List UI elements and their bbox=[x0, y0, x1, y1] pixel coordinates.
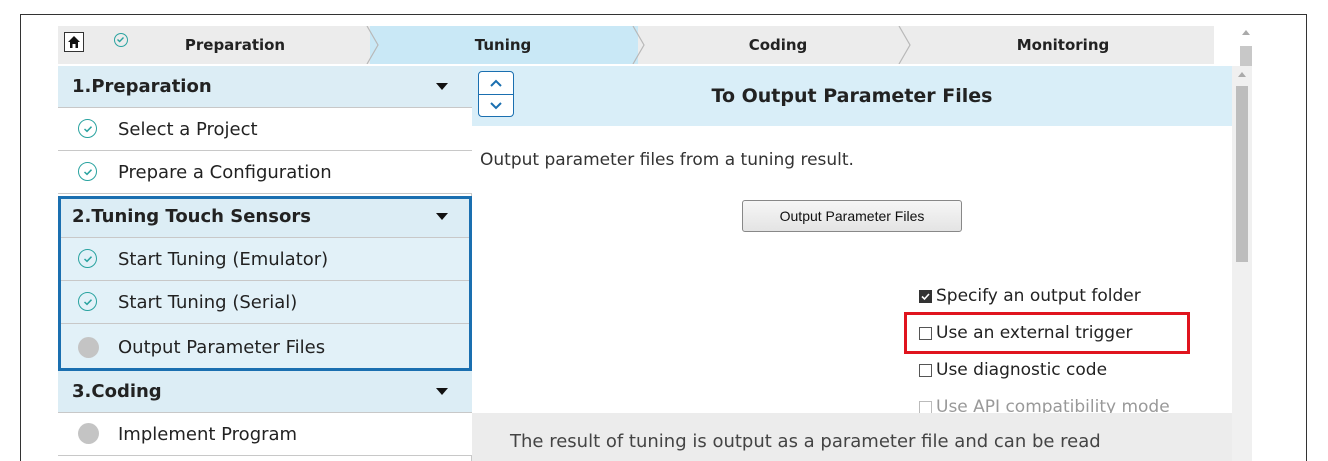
sidebar-item-label: Select a Project bbox=[118, 118, 258, 140]
pending-dot-icon bbox=[78, 423, 99, 444]
workflow-breadcrumb: Preparation Tuning Coding Monitoring bbox=[58, 26, 1214, 64]
caret-down-icon bbox=[436, 213, 448, 220]
content-panel: To Output Parameter Files Output paramet… bbox=[472, 66, 1232, 461]
panel-title: To Output Parameter Files bbox=[711, 85, 993, 107]
step-done-check-icon bbox=[114, 33, 128, 47]
chevron-down-icon[interactable] bbox=[479, 94, 513, 116]
caret-down-icon bbox=[436, 388, 448, 395]
step-monitoring[interactable]: Monitoring bbox=[988, 26, 1138, 64]
step-separator-icon bbox=[632, 26, 645, 64]
check-circle-icon bbox=[78, 249, 97, 268]
sidebar-item-start-tuning-serial[interactable]: Start Tuning (Serial) bbox=[58, 281, 472, 324]
sidebar-item-prepare-configuration[interactable]: Prepare a Configuration bbox=[58, 151, 472, 194]
section-label: 3.Coding bbox=[72, 381, 162, 402]
sidebar-item-output-parameter-files[interactable]: Output Parameter Files bbox=[58, 324, 472, 371]
output-parameter-files-button[interactable]: Output Parameter Files bbox=[742, 200, 962, 232]
checkbox-icon[interactable] bbox=[919, 363, 932, 377]
step-preparation[interactable]: Preparation bbox=[170, 26, 300, 64]
option-label: Use diagnostic code bbox=[936, 360, 1108, 380]
checkbox-checked-icon[interactable] bbox=[919, 289, 932, 303]
section-label: 2.Tuning Touch Sensors bbox=[72, 206, 311, 227]
checkbox-disabled-icon bbox=[919, 400, 932, 414]
option-label: Specify an output folder bbox=[936, 286, 1141, 306]
step-tuning[interactable]: Tuning bbox=[438, 26, 568, 64]
check-circle-icon bbox=[78, 292, 97, 311]
footer-text: The result of tuning is output as a para… bbox=[510, 431, 1101, 452]
tuning-app-window: Preparation Tuning Coding Monitoring 1.P… bbox=[58, 26, 1278, 461]
sidebar-item-implement-program[interactable]: Implement Program bbox=[58, 413, 472, 456]
section-header-tuning-touch-sensors[interactable]: 2.Tuning Touch Sensors bbox=[58, 196, 472, 238]
pending-dot-icon bbox=[78, 337, 99, 358]
check-circle-icon bbox=[78, 119, 97, 138]
panel-scrollbar-thumb[interactable] bbox=[1236, 86, 1248, 262]
check-circle-icon bbox=[78, 162, 97, 181]
step-coding[interactable]: Coding bbox=[718, 26, 838, 64]
sidebar-navigation: 1.Preparation Select a Project Prepare a… bbox=[58, 66, 472, 461]
caret-down-icon bbox=[436, 83, 448, 90]
section-label: 1.Preparation bbox=[72, 76, 212, 97]
sidebar-item-start-tuning-emulator[interactable]: Start Tuning (Emulator) bbox=[58, 238, 472, 281]
step-separator-icon bbox=[366, 26, 379, 64]
scroll-up-arrow-icon[interactable] bbox=[1238, 72, 1246, 77]
option-specify-output-folder[interactable]: Specify an output folder bbox=[919, 284, 1141, 308]
scroll-up-arrow-icon[interactable] bbox=[1242, 30, 1250, 35]
sidebar-item-select-project[interactable]: Select a Project bbox=[58, 108, 472, 151]
section-header-preparation[interactable]: 1.Preparation bbox=[58, 66, 472, 108]
home-button[interactable] bbox=[64, 32, 84, 52]
sidebar-item-label: Prepare a Configuration bbox=[118, 161, 332, 183]
panel-description: Output parameter files from a tuning res… bbox=[480, 150, 854, 170]
panel-nav-stepper[interactable] bbox=[478, 71, 514, 117]
section-header-coding[interactable]: 3.Coding bbox=[58, 371, 472, 413]
step-separator-icon bbox=[898, 26, 911, 64]
home-icon bbox=[68, 36, 80, 48]
highlight-box bbox=[904, 312, 1190, 354]
sidebar-item-label: Output Parameter Files bbox=[118, 336, 326, 358]
option-use-diagnostic-code[interactable]: Use diagnostic code bbox=[919, 358, 1107, 382]
sidebar-item-label: Implement Program bbox=[118, 423, 298, 445]
chevron-up-icon[interactable] bbox=[479, 72, 513, 94]
sidebar-item-label: Start Tuning (Emulator) bbox=[118, 248, 329, 270]
sidebar-item-label: Start Tuning (Serial) bbox=[118, 291, 298, 313]
